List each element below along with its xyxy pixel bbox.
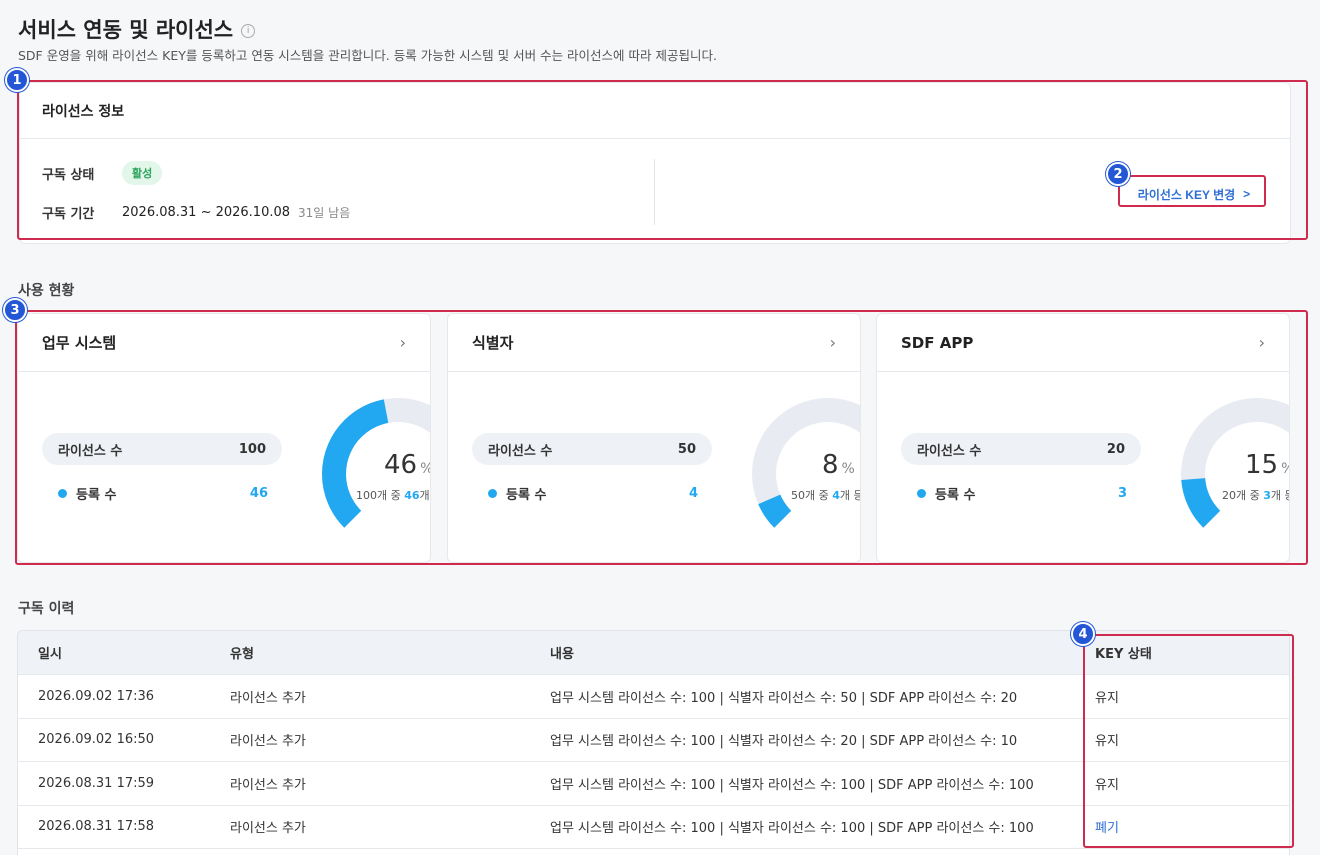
- row-date: 2026.08.31 17:59: [38, 775, 155, 791]
- gauge-caption-tail: 개 등록: [419, 489, 430, 502]
- gauge-caption-tail: 개 등록: [839, 489, 860, 502]
- row-type: 라이선스 추가: [230, 734, 306, 750]
- status-badge: 활성: [122, 161, 163, 185]
- usage-card: SDF APP › 라이선스 수 20 등록 수 3 15%: [876, 313, 1290, 563]
- column-header-content[interactable]: 내용: [530, 643, 1075, 662]
- change-license-key-button[interactable]: 라이선스 KEY 변경 >: [1121, 180, 1267, 208]
- row-date: 2026.09.02 17:36: [38, 688, 155, 704]
- history-table: 일시 유형 내용 KEY 상태 2026.09.02 17:36 라이선스 추가…: [17, 630, 1290, 855]
- usage-card-title: 식별자: [472, 334, 514, 352]
- subscription-period-value: 2026.08.31 ~ 2026.10.08: [122, 205, 291, 220]
- subscription-period-row: 구독 기간 2026.08.31 ~ 2026.10.08 31일 남음: [42, 203, 350, 222]
- change-license-key-label: 라이선스 KEY 변경: [1137, 187, 1236, 202]
- usage-gauge: 8% 50개 중 4개 등록: [448, 372, 860, 562]
- history-heading: 구독 이력: [18, 601, 75, 617]
- remaining-days: 31일 남음: [298, 206, 351, 220]
- chevron-right-icon: >: [1243, 187, 1251, 201]
- row-type: 라이선스 추가: [230, 821, 306, 837]
- gauge-percent-value: 8: [822, 450, 839, 480]
- gauge-caption-registered: 46: [404, 489, 420, 502]
- gauge-caption-registered: 3: [1263, 489, 1271, 502]
- gauge-caption-total: 100개 중: [356, 489, 405, 502]
- license-info-card: 라이선스 정보 구독 상태 활성 구독 기간 2026.08.31 ~ 2026…: [19, 82, 1291, 244]
- row-key-status: 유지: [1095, 734, 1119, 750]
- subscription-period-label: 구독 기간: [42, 207, 95, 222]
- annotation-marker-3: 3: [3, 298, 27, 322]
- chevron-right-icon[interactable]: ›: [1259, 333, 1265, 352]
- chevron-right-icon[interactable]: ›: [400, 333, 406, 352]
- gauge-percent-unit: %: [1281, 461, 1289, 477]
- license-info-heading: 라이선스 정보: [20, 83, 1290, 139]
- usage-card: 식별자 › 라이선스 수 50 등록 수 4 8% 50개 중 4개: [447, 313, 861, 563]
- gauge-percent-unit: %: [420, 461, 430, 477]
- gauge-caption-registered: 4: [832, 489, 840, 502]
- row-type: 라이선스 추가: [230, 777, 306, 793]
- table-row[interactable]: 2026.08.31 17:59 라이선스 추가 업무 시스템 라이선스 수: …: [18, 762, 1289, 806]
- usage-heading: 사용 현황: [18, 283, 75, 299]
- usage-card: 업무 시스템 › 라이선스 수 100 등록 수 46 46%: [17, 313, 431, 563]
- table-row[interactable]: 2026.08.31 17:58 라이선스 추가 업무 시스템 라이선스 수: …: [18, 806, 1289, 849]
- gauge-percent-value: 46: [384, 450, 418, 480]
- subscription-status-label: 구독 상태: [42, 167, 95, 183]
- row-key-status[interactable]: 폐기: [1075, 817, 1289, 836]
- usage-gauge: 46% 100개 중 46개 등록: [18, 372, 430, 562]
- row-type: 라이선스 추가: [230, 690, 306, 706]
- gauge-percent-unit: %: [841, 461, 855, 477]
- gauge-percent-value: 15: [1245, 450, 1279, 480]
- annotation-marker-4: 4: [1071, 622, 1095, 646]
- page-description: SDF 운영을 위해 라이선스 KEY를 등록하고 연동 시스템을 관리합니다.…: [18, 48, 717, 63]
- table-row[interactable]: 2026.09.02 17:36 라이선스 추가 업무 시스템 라이선스 수: …: [18, 675, 1289, 719]
- usage-gauge: 15% 20개 중 3개 등록: [877, 372, 1289, 562]
- row-date: 2026.09.02 16:50: [38, 732, 155, 748]
- gauge-percent: 46%: [384, 450, 430, 480]
- row-content: 업무 시스템 라이선스 수: 100 | 식별자 라이선스 수: 50 | SD…: [550, 690, 1018, 706]
- table-row[interactable]: 2026.09.02 16:50 라이선스 추가 업무 시스템 라이선스 수: …: [18, 719, 1289, 762]
- row-content: 업무 시스템 라이선스 수: 100 | 식별자 라이선스 수: 100 | S…: [550, 821, 1034, 837]
- row-key-status: 유지: [1095, 777, 1119, 793]
- usage-card-header[interactable]: SDF APP ›: [877, 314, 1289, 372]
- column-header-key-status[interactable]: KEY 상태: [1075, 643, 1289, 662]
- row-date: 2026.08.31 17:58: [38, 819, 155, 835]
- gauge-caption-tail: 개 등록: [1270, 489, 1289, 502]
- chevron-right-icon[interactable]: ›: [830, 333, 836, 352]
- gauge-caption: 20개 중 3개 등록: [1222, 487, 1289, 503]
- annotation-marker-2: 2: [1106, 162, 1130, 186]
- subscription-status-row: 구독 상태 활성: [42, 161, 163, 185]
- gauge-caption-total: 20개 중: [1222, 489, 1264, 502]
- column-header-date[interactable]: 일시: [18, 643, 210, 662]
- gauge-percent: 15%: [1245, 450, 1289, 480]
- divider: [654, 159, 655, 225]
- usage-card-title: SDF APP: [901, 333, 974, 352]
- column-header-type[interactable]: 유형: [210, 643, 530, 662]
- table-header-row: 일시 유형 내용 KEY 상태: [18, 631, 1289, 675]
- gauge-caption-total: 50개 중: [791, 489, 833, 502]
- row-content: 업무 시스템 라이선스 수: 100 | 식별자 라이선스 수: 100 | S…: [550, 777, 1034, 793]
- row-key-status: 유지: [1095, 690, 1119, 706]
- usage-card-header[interactable]: 업무 시스템 ›: [18, 314, 430, 372]
- usage-card-title: 업무 시스템: [42, 334, 117, 352]
- page-title: 서비스 연동 및 라이선스 i: [18, 14, 256, 44]
- page-title-text: 서비스 연동 및 라이선스: [18, 18, 234, 42]
- gauge-percent: 8%: [822, 450, 855, 480]
- annotation-marker-1: 1: [5, 68, 29, 92]
- row-content: 업무 시스템 라이선스 수: 100 | 식별자 라이선스 수: 20 | SD…: [550, 734, 1018, 750]
- gauge-caption: 50개 중 4개 등록: [791, 487, 860, 503]
- usage-card-header[interactable]: 식별자 ›: [448, 314, 860, 372]
- gauge-caption: 100개 중 46개 등록: [356, 487, 430, 503]
- info-icon[interactable]: i: [241, 23, 256, 38]
